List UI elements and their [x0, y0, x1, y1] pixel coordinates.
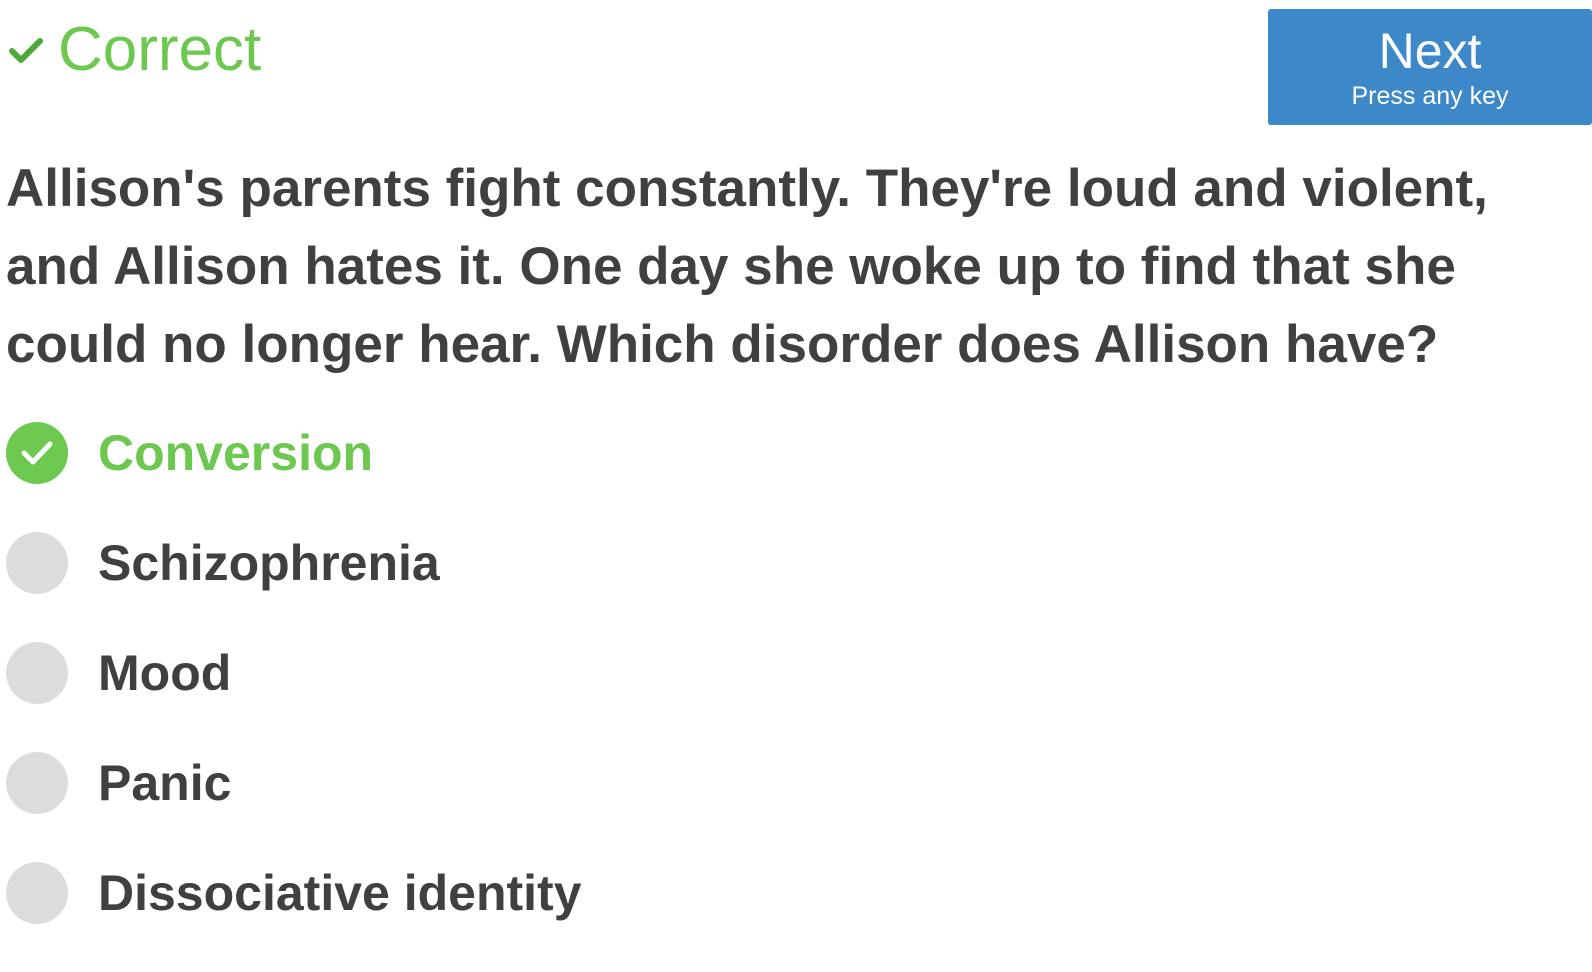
radio-empty-icon — [6, 642, 68, 704]
option-dissociative-identity[interactable]: Dissociative identity — [6, 862, 906, 924]
option-label: Panic — [98, 755, 232, 811]
checkmark-icon — [8, 32, 44, 68]
radio-empty-icon — [6, 862, 68, 924]
question-text: Allison's parents fight constantly. They… — [6, 159, 1488, 374]
option-label: Mood — [98, 645, 232, 701]
status-text: Correct — [58, 15, 262, 84]
option-label: Conversion — [98, 425, 374, 481]
next-button-label: Next — [1378, 23, 1482, 79]
answer-options: Conversion Schizophrenia Mood Panic Diss… — [6, 422, 906, 972]
next-button-hint: Press any key — [1351, 82, 1509, 110]
radio-empty-icon — [6, 752, 68, 814]
option-panic[interactable]: Panic — [6, 752, 906, 814]
next-button[interactable]: Next Press any key — [1268, 9, 1592, 125]
result-status: Correct — [8, 14, 261, 86]
option-conversion[interactable]: Conversion — [6, 422, 906, 484]
option-schizophrenia[interactable]: Schizophrenia — [6, 532, 906, 594]
option-label: Schizophrenia — [98, 535, 440, 591]
radio-empty-icon — [6, 532, 68, 594]
option-mood[interactable]: Mood — [6, 642, 906, 704]
option-label: Dissociative identity — [98, 865, 582, 921]
check-circle-icon — [6, 422, 68, 484]
